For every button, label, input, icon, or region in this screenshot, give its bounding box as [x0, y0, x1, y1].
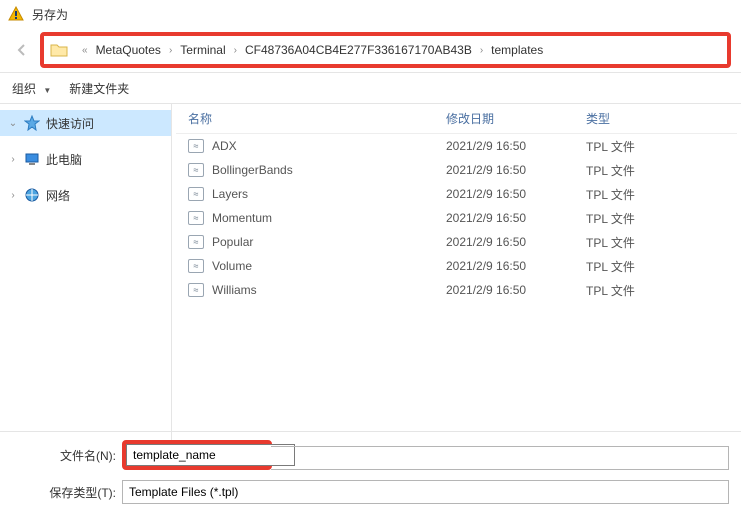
- file-icon: ≈: [188, 187, 204, 201]
- sidebar: ⌄ 快速访问 › 此电脑 › 网络: [0, 104, 172, 456]
- header-modified[interactable]: 修改日期: [446, 110, 586, 127]
- nav-back-button[interactable]: [10, 38, 34, 62]
- star-icon: [24, 115, 40, 131]
- file-type: TPL 文件: [586, 162, 686, 179]
- breadcrumb-segment[interactable]: templates: [489, 43, 545, 57]
- table-row[interactable]: ≈ Williams 2021/2/9 16:50TPL 文件: [176, 278, 737, 302]
- table-row[interactable]: ≈ Volume 2021/2/9 16:50TPL 文件: [176, 254, 737, 278]
- file-type: TPL 文件: [586, 186, 686, 203]
- table-row[interactable]: ≈ Momentum 2021/2/9 16:50TPL 文件: [176, 206, 737, 230]
- file-type: TPL 文件: [586, 138, 686, 155]
- filename-highlight: [122, 440, 272, 470]
- chevron-down-icon: ▼: [43, 86, 51, 95]
- file-modified: 2021/2/9 16:50: [446, 283, 586, 297]
- filename-input[interactable]: [126, 444, 295, 466]
- file-type: TPL 文件: [586, 282, 686, 299]
- sidebar-item-this-pc[interactable]: › 此电脑: [0, 146, 171, 172]
- file-modified: 2021/2/9 16:50: [446, 211, 586, 225]
- title-bar: 另存为: [0, 0, 741, 28]
- folder-icon: [50, 43, 68, 57]
- window-title: 另存为: [32, 6, 68, 23]
- file-modified: 2021/2/9 16:50: [446, 163, 586, 177]
- file-icon: ≈: [188, 235, 204, 249]
- chevron-right-icon[interactable]: ›: [8, 190, 18, 201]
- pc-icon: [24, 151, 40, 167]
- savetype-select[interactable]: [122, 480, 729, 504]
- file-icon: ≈: [188, 139, 204, 153]
- file-name: BollingerBands: [212, 163, 293, 177]
- file-name: Williams: [212, 283, 257, 297]
- file-icon: ≈: [188, 211, 204, 225]
- sidebar-item-label: 此电脑: [46, 151, 82, 168]
- table-row[interactable]: ≈ ADX 2021/2/9 16:50TPL 文件: [176, 134, 737, 158]
- organize-label: 组织: [12, 82, 36, 96]
- file-name: Layers: [212, 187, 248, 201]
- savetype-label: 保存类型(T):: [12, 484, 122, 501]
- sidebar-item-label: 快速访问: [46, 115, 94, 132]
- chevron-right-icon[interactable]: ›: [8, 154, 18, 165]
- file-list: 名称 修改日期 类型 ≈ADX2021/2/9 16:50TPL 文件≈Boll…: [172, 104, 741, 456]
- chevron-down-icon[interactable]: ⌄: [8, 118, 18, 129]
- file-name: ADX: [212, 139, 237, 153]
- file-modified: 2021/2/9 16:50: [446, 187, 586, 201]
- chevron-right-icon: ›: [163, 45, 178, 56]
- table-row[interactable]: ≈ Popular 2021/2/9 16:50TPL 文件: [176, 230, 737, 254]
- file-modified: 2021/2/9 16:50: [446, 139, 586, 153]
- chevron-right-icon: ›: [228, 45, 243, 56]
- file-icon: ≈: [188, 259, 204, 273]
- save-footer: 文件名(N): 保存类型(T):: [0, 431, 741, 526]
- file-name: Volume: [212, 259, 252, 273]
- table-row[interactable]: ≈ BollingerBands 2021/2/9 16:50TPL 文件: [176, 158, 737, 182]
- new-folder-button[interactable]: 新建文件夹: [69, 80, 129, 97]
- sidebar-item-quick-access[interactable]: ⌄ 快速访问: [0, 110, 171, 136]
- file-modified: 2021/2/9 16:50: [446, 259, 586, 273]
- breadcrumb-prefix: «: [76, 45, 94, 56]
- main-area: ⌄ 快速访问 › 此电脑 › 网络 名称 修改日期 类型: [0, 104, 741, 456]
- file-name: Momentum: [212, 211, 272, 225]
- table-row[interactable]: ≈ Layers 2021/2/9 16:50TPL 文件: [176, 182, 737, 206]
- new-folder-label: 新建文件夹: [69, 82, 129, 96]
- file-icon: ≈: [188, 283, 204, 297]
- app-icon: [8, 6, 24, 22]
- file-type: TPL 文件: [586, 234, 686, 251]
- list-header: 名称 修改日期 类型: [176, 104, 737, 134]
- file-icon: ≈: [188, 163, 204, 177]
- savetype-row: 保存类型(T):: [12, 480, 729, 504]
- organize-button[interactable]: 组织 ▼: [12, 80, 51, 97]
- toolbar: 组织 ▼ 新建文件夹: [0, 72, 741, 104]
- breadcrumb-segment[interactable]: CF48736A04CB4E277F336167170AB43B: [243, 43, 474, 57]
- file-name: Popular: [212, 235, 253, 249]
- breadcrumb[interactable]: « MetaQuotes › Terminal › CF48736A04CB4E…: [40, 32, 731, 68]
- filename-label: 文件名(N):: [12, 447, 122, 464]
- file-modified: 2021/2/9 16:50: [446, 235, 586, 249]
- header-name[interactable]: 名称: [176, 110, 446, 127]
- header-type[interactable]: 类型: [586, 110, 686, 127]
- breadcrumb-segment[interactable]: MetaQuotes: [94, 43, 163, 57]
- network-icon: [24, 187, 40, 203]
- chevron-right-icon: ›: [474, 45, 489, 56]
- address-bar-row: « MetaQuotes › Terminal › CF48736A04CB4E…: [0, 28, 741, 72]
- sidebar-item-label: 网络: [46, 187, 70, 204]
- filename-row: 文件名(N):: [12, 440, 729, 470]
- breadcrumb-segment[interactable]: Terminal: [178, 43, 227, 57]
- sidebar-item-network[interactable]: › 网络: [0, 182, 171, 208]
- file-type: TPL 文件: [586, 210, 686, 227]
- file-type: TPL 文件: [586, 258, 686, 275]
